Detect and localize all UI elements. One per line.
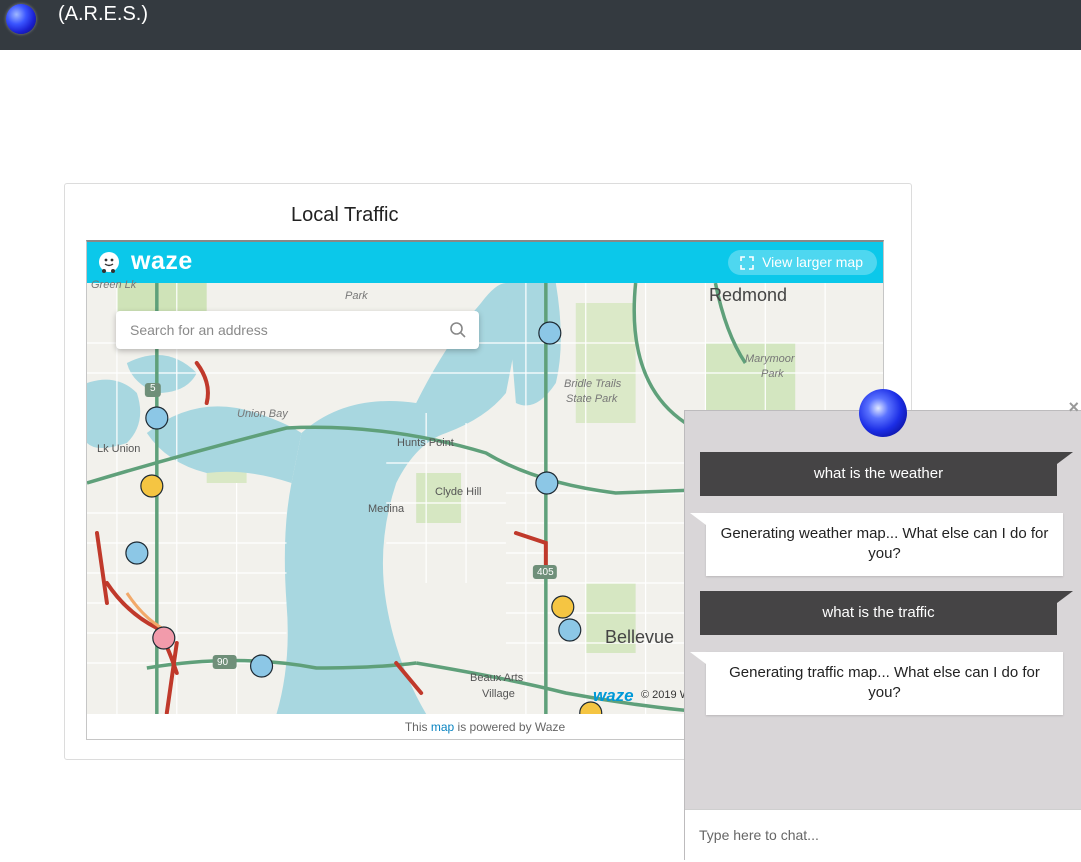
map-label-redmond: Redmond <box>709 285 788 305</box>
view-larger-map-button[interactable]: View larger map <box>728 250 877 275</box>
chat-close-button[interactable]: × <box>1068 397 1079 418</box>
chat-input-area <box>685 809 1081 862</box>
chat-message-bot: Generating traffic map... What else can … <box>690 652 1063 715</box>
map-label-state-park: State Park <box>566 393 618 405</box>
chat-message-bot: Generating weather map... What else can … <box>690 513 1063 576</box>
map-label-bellevue: Bellevue <box>605 627 675 647</box>
chat-message-user: what is the weather <box>700 452 1073 496</box>
app-logo-icon[interactable] <box>6 4 36 34</box>
map-label-green-lk: Green Lk <box>91 279 137 291</box>
app-title: (A.R.E.S.) <box>58 3 149 25</box>
waze-footer-logo[interactable]: waze <box>593 686 634 706</box>
panel-title: Local Traffic <box>291 204 399 226</box>
map-label-marymoor: Marymoor <box>745 353 795 365</box>
map-copyright: © 2019 W <box>641 689 691 701</box>
powered-prefix: This <box>404 720 431 734</box>
powered-suffix: is powered by Waze <box>454 720 566 734</box>
address-search[interactable]: Search for an address <box>116 311 479 349</box>
expand-icon <box>740 255 754 270</box>
map-label-union-bay: Union Bay <box>237 408 288 420</box>
assistant-avatar-icon[interactable] <box>859 389 907 437</box>
chat-message-user: what is the traffic <box>700 591 1073 635</box>
map-label-lk-union: Lk Union <box>97 443 141 455</box>
waze-brand: waze <box>131 247 193 275</box>
map-label-bridle-trails: Bridle Trails <box>564 378 622 390</box>
map-label-beaux-arts: Beaux Arts <box>470 672 524 684</box>
map-label-clyde-hill: Clyde Hill <box>435 486 482 498</box>
highway-shield-90: 90 <box>217 657 229 668</box>
search-placeholder: Search for an address <box>130 322 268 338</box>
app-header: (A.R.E.S.) <box>0 0 1081 50</box>
waze-header: waze View larger map <box>87 242 883 283</box>
map-label-medina: Medina <box>368 503 405 515</box>
chat-widget: × what is the weather Generating weather… <box>684 389 1081 862</box>
map-label-park: Park <box>345 290 368 302</box>
map-label-hunts-point: Hunts Point <box>397 437 454 449</box>
chat-input[interactable] <box>697 826 1061 844</box>
map-label-marymoor-park: Park <box>761 368 784 380</box>
powered-map-link[interactable]: map <box>431 720 454 734</box>
waze-logo-icon <box>99 252 119 273</box>
search-icon[interactable] <box>449 321 467 339</box>
view-larger-map-label: View larger map <box>762 254 863 270</box>
highway-shield-5: 5 <box>150 383 156 394</box>
map-label-village: Village <box>482 688 515 700</box>
highway-shield-405: 405 <box>537 567 554 578</box>
